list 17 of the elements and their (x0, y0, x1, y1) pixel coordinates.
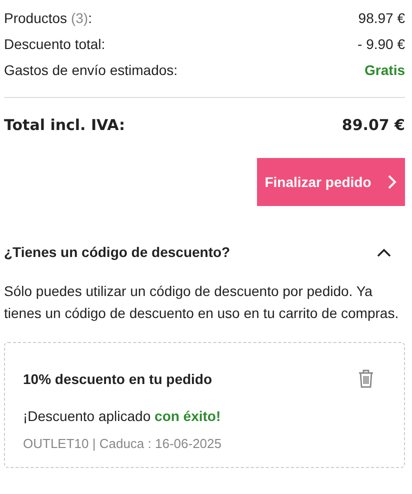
checkout-button[interactable]: Finalizar pedido (257, 158, 405, 206)
coupon-title: 10% descuento en tu pedido (23, 370, 212, 386)
discount-note: Sólo puedes utilizar un código de descuento por pedido. Ya tienes un código de descuento en uso en tu carrito de compras. (4, 282, 400, 323)
chevron-icon[interactable] (377, 248, 391, 256)
trash-icon[interactable] (358, 369, 374, 388)
summary-label: Gastos de envío estimados: (4, 62, 178, 78)
chevron-right-icon (387, 174, 398, 190)
summary-value: 98.97 € (358, 10, 405, 26)
total-value: 89.07 € (342, 116, 405, 134)
total-label: Total incl. IVA: (4, 116, 126, 134)
summary-value: Gratis (364, 62, 405, 78)
success-message: ¡Descuento aplicado con éxito! (23, 408, 222, 424)
section-title: ¿Tienes un código de descuento? (4, 244, 230, 260)
coupon-meta: OUTLET10 | Caduca : 16-06-2025 (23, 436, 222, 451)
summary-value: - 9.90 € (358, 36, 405, 52)
summary-label: Productos (3): (4, 10, 92, 26)
summary-label: Descuento total: (4, 36, 106, 52)
